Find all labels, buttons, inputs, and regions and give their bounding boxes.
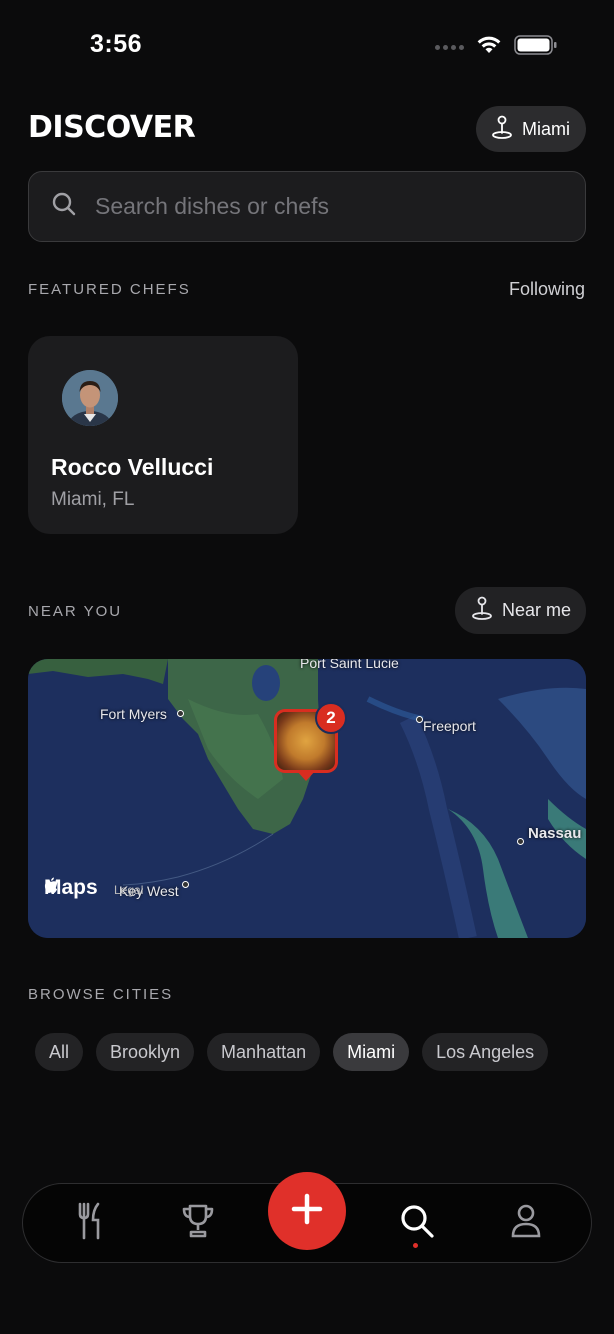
map-dot [177, 710, 184, 717]
location-pin-icon [490, 114, 514, 145]
tab-dishes[interactable] [65, 1198, 115, 1248]
city-chip-manhattan[interactable]: Manhattan [207, 1033, 321, 1071]
map-view[interactable]: Port Saint Lucie Fort Myers Freeport Nas… [28, 659, 586, 938]
city-chip-los-angeles[interactable]: Los Angeles [422, 1033, 549, 1071]
map-label: Nassau [528, 825, 582, 842]
tab-profile[interactable] [501, 1198, 551, 1248]
pin-count-badge: 2 [315, 702, 347, 734]
tab-awards[interactable] [173, 1198, 223, 1248]
map-label: Port Saint Lucie [300, 659, 399, 671]
search-icon [51, 191, 77, 222]
plus-icon [291, 1193, 323, 1230]
city-selector-label: Miami [522, 118, 570, 139]
status-icons [435, 34, 558, 61]
near-you-heading: NEAR YOU [28, 603, 123, 620]
battery-icon [514, 34, 558, 61]
page-title: DISCOVER [28, 110, 196, 145]
city-chips: All Brooklyn Manhattan Miami Los Angeles [35, 1033, 549, 1071]
tab-search[interactable] [392, 1198, 442, 1248]
chef-name: Rocco Vellucci [51, 454, 214, 480]
city-selector-button[interactable]: Miami [476, 106, 586, 152]
pin-tail [296, 770, 316, 781]
wifi-icon [476, 35, 502, 60]
person-icon [510, 1203, 542, 1244]
browse-cities-heading: BROWSE CITIES [28, 986, 174, 1003]
maps-logo: Maps [42, 876, 98, 900]
city-chip-brooklyn[interactable]: Brooklyn [96, 1033, 195, 1071]
search-icon [399, 1203, 435, 1244]
cellular-icon [435, 45, 464, 50]
map-terrain [28, 659, 586, 938]
search-input[interactable] [95, 193, 535, 220]
map-dot [517, 838, 524, 845]
chef-card[interactable]: Rocco Vellucci Miami, FL [28, 336, 298, 534]
add-button[interactable] [268, 1172, 346, 1250]
trophy-icon [180, 1203, 216, 1244]
search-bar[interactable] [28, 171, 586, 242]
active-tab-indicator [413, 1243, 418, 1248]
city-chip-miami[interactable]: Miami [333, 1033, 410, 1071]
map-label: Fort Myers [100, 706, 167, 722]
chef-location: Miami, FL [51, 489, 135, 510]
avatar [62, 370, 118, 426]
city-chip-all[interactable]: All [35, 1033, 84, 1071]
near-me-label: Near me [501, 600, 571, 620]
status-time: 3:56 [90, 30, 143, 58]
location-pin-icon [470, 595, 494, 626]
legal-link[interactable]: Legal [114, 883, 143, 897]
fork-knife-icon [75, 1202, 105, 1245]
following-link[interactable]: Following [509, 279, 585, 300]
map-dot [416, 716, 423, 723]
map-label: Freeport [423, 718, 476, 734]
map-dot [182, 881, 189, 888]
featured-chefs-heading: FEATURED CHEFS [28, 281, 191, 298]
near-me-button[interactable]: Near me [454, 587, 586, 634]
